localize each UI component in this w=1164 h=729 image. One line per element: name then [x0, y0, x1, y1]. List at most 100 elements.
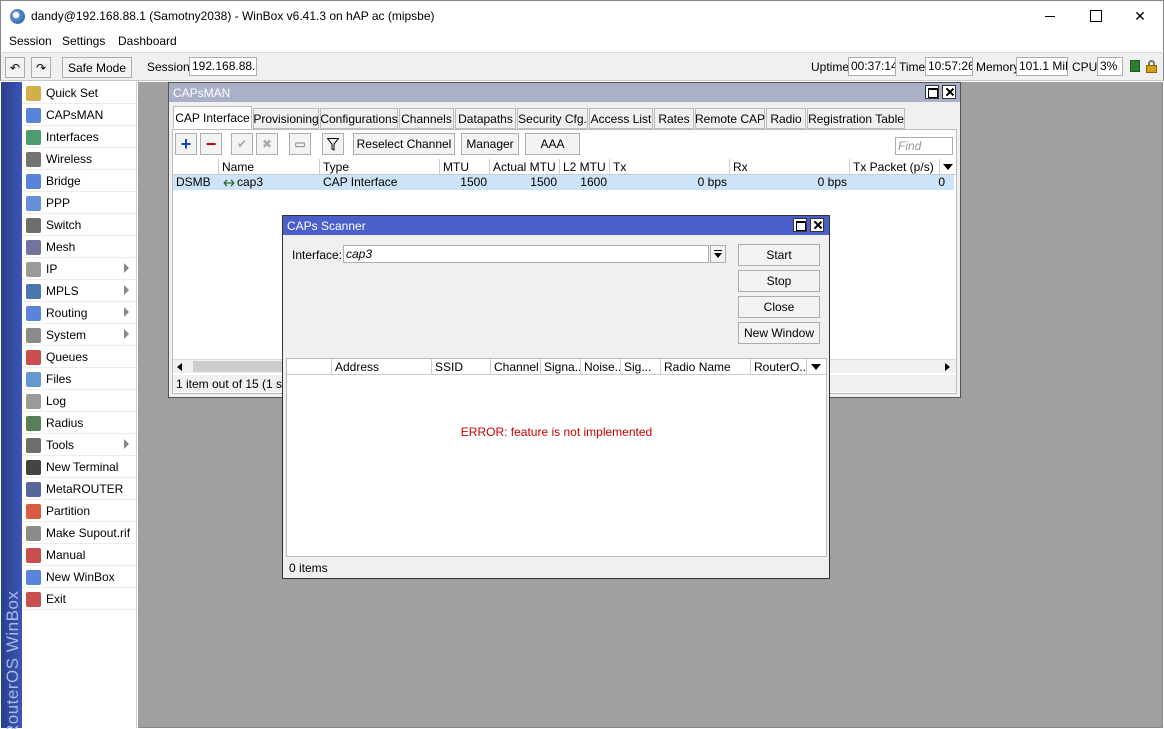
tab-configurations[interactable]: Configurations: [320, 108, 398, 129]
interface-label: Interface:: [292, 248, 343, 262]
menu-dashboard[interactable]: Dashboard: [118, 34, 177, 48]
sidebar-item-tools[interactable]: Tools: [22, 434, 137, 456]
start-button[interactable]: Start: [738, 244, 820, 266]
sidebar-item-mpls[interactable]: MPLS: [22, 280, 137, 302]
col-tx-packet[interactable]: Tx Packet (p/s): [850, 159, 940, 175]
tab-registration-table[interactable]: Registration Table: [807, 108, 905, 129]
col-channel[interactable]: Channel: [491, 359, 541, 375]
sidebar-item-new-terminal[interactable]: New Terminal: [22, 456, 137, 478]
reselect-channel-button[interactable]: Reselect Channel: [353, 133, 455, 155]
add-button[interactable]: +: [175, 133, 197, 155]
sidebar-item-wireless[interactable]: Wireless: [22, 148, 137, 170]
scanner-close-icon[interactable]: [810, 218, 824, 232]
col-radio-name[interactable]: Radio Name: [661, 359, 751, 375]
sidebar-item-metarouter[interactable]: MetaROUTER: [22, 478, 137, 500]
find-input[interactable]: Find: [895, 137, 953, 155]
filter-button[interactable]: [322, 133, 344, 155]
col-mtu[interactable]: MTU: [440, 159, 490, 175]
col-name[interactable]: Name: [219, 159, 320, 175]
sidebar-item-label: MPLS: [46, 284, 79, 298]
close-button[interactable]: ✕: [1117, 1, 1163, 31]
sidebar-item-capsman[interactable]: CAPsMAN: [22, 104, 137, 126]
queues-icon: [26, 350, 41, 365]
uptime-label: Uptime:: [811, 60, 853, 74]
tab-access-list[interactable]: Access List: [589, 108, 653, 129]
menu-session[interactable]: Session: [9, 34, 52, 48]
sidebar-item-interfaces[interactable]: Interfaces: [22, 126, 137, 148]
col-routeros[interactable]: RouterO...: [751, 359, 807, 375]
undo-button[interactable]: ↶: [5, 57, 25, 78]
table-row[interactable]: DSMB cap3 CAP Interface 1500 1500 1600 0…: [173, 175, 954, 190]
row-l2-mtu: 1600: [580, 175, 607, 189]
tab-channels[interactable]: Channels: [399, 108, 454, 129]
interface-dropdown-icon[interactable]: [710, 245, 726, 263]
scroll-thumb[interactable]: [193, 361, 287, 372]
stop-button[interactable]: Stop: [738, 270, 820, 292]
sidebar-item-switch[interactable]: Switch: [22, 214, 137, 236]
sidebar-item-radius[interactable]: Radius: [22, 412, 137, 434]
columns-dropdown-icon[interactable]: [940, 159, 956, 175]
maximize-button[interactable]: [1073, 1, 1119, 31]
scroll-right-icon[interactable]: [945, 363, 950, 371]
col-ssid[interactable]: SSID: [432, 359, 491, 375]
comment-button[interactable]: ▭: [289, 133, 311, 155]
aaa-button[interactable]: AAA: [525, 133, 580, 155]
tab-radio[interactable]: Radio: [766, 108, 806, 129]
col-rx[interactable]: Rx: [730, 159, 850, 175]
col-noise[interactable]: Noise...: [581, 359, 621, 375]
col-flags[interactable]: [287, 359, 332, 375]
sidebar-item-log[interactable]: Log: [22, 390, 137, 412]
sidebar: Quick Set CAPsMAN Interfaces Wireless Bridge…: [22, 82, 137, 728]
quick-set-icon: [26, 86, 41, 101]
sidebar-item-quick-set[interactable]: Quick Set: [22, 82, 137, 104]
sidebar-item-queues[interactable]: Queues: [22, 346, 137, 368]
col-actual-mtu[interactable]: Actual MTU: [490, 159, 560, 175]
sidebar-item-ppp[interactable]: PPP: [22, 192, 137, 214]
safe-mode-button[interactable]: Safe Mode: [62, 57, 132, 78]
sidebar-item-partition[interactable]: Partition: [22, 500, 137, 522]
sidebar-item-label: Partition: [46, 504, 91, 518]
row-tx: 0 bps: [697, 175, 727, 189]
tab-provisioning[interactable]: Provisioning: [253, 108, 319, 129]
sidebar-item-make-supout-rif[interactable]: Make Supout.rif: [22, 522, 137, 544]
manager-button[interactable]: Manager: [461, 133, 519, 155]
col-l2-mtu[interactable]: L2 MTU: [560, 159, 610, 175]
tab-rates[interactable]: Rates: [654, 108, 694, 129]
tab-remote-cap[interactable]: Remote CAP: [695, 108, 765, 129]
scanner-columns-dropdown-icon[interactable]: [807, 359, 826, 375]
tab-cap-interface[interactable]: CAP Interface: [173, 106, 252, 129]
menu-settings[interactable]: Settings: [62, 34, 105, 48]
ppp-icon: [26, 196, 41, 211]
sidebar-item-files[interactable]: Files: [22, 368, 137, 390]
close-scanner-button[interactable]: Close: [738, 296, 820, 318]
scanner-maximize-icon[interactable]: [793, 218, 807, 232]
col-tx[interactable]: Tx: [610, 159, 730, 175]
scanner-status: 0 items: [287, 559, 826, 576]
col-flags[interactable]: [173, 159, 219, 175]
sidebar-item-system[interactable]: System: [22, 324, 137, 346]
col-type[interactable]: Type: [320, 159, 440, 175]
sidebar-item-bridge[interactable]: Bridge: [22, 170, 137, 192]
col-address[interactable]: Address: [332, 359, 432, 375]
scroll-left-icon[interactable]: [177, 363, 182, 371]
sidebar-item-new-winbox[interactable]: New WinBox: [22, 566, 137, 588]
tab-security-cfg[interactable]: Security Cfg.: [517, 108, 588, 129]
capsman-maximize-icon[interactable]: [925, 85, 939, 99]
remove-button[interactable]: −: [200, 133, 222, 155]
capsman-close-icon[interactable]: [942, 85, 956, 99]
redo-button[interactable]: ↷: [31, 57, 51, 78]
mpls-icon: [26, 284, 41, 299]
sidebar-item-mesh[interactable]: Mesh: [22, 236, 137, 258]
minimize-button[interactable]: [1027, 1, 1073, 31]
col-sig[interactable]: Sig...: [621, 359, 661, 375]
sidebar-item-routing[interactable]: Routing: [22, 302, 137, 324]
sidebar-item-ip[interactable]: IP: [22, 258, 137, 280]
sidebar-item-manual[interactable]: Manual: [22, 544, 137, 566]
col-signal[interactable]: Signa...: [541, 359, 581, 375]
disable-button[interactable]: ✖: [256, 133, 278, 155]
tab-datapaths[interactable]: Datapaths: [455, 108, 516, 129]
sidebar-item-exit[interactable]: Exit: [22, 588, 137, 610]
enable-button[interactable]: ✔: [231, 133, 253, 155]
new-window-button[interactable]: New Window: [738, 322, 820, 344]
interface-field[interactable]: cap3: [343, 245, 709, 263]
